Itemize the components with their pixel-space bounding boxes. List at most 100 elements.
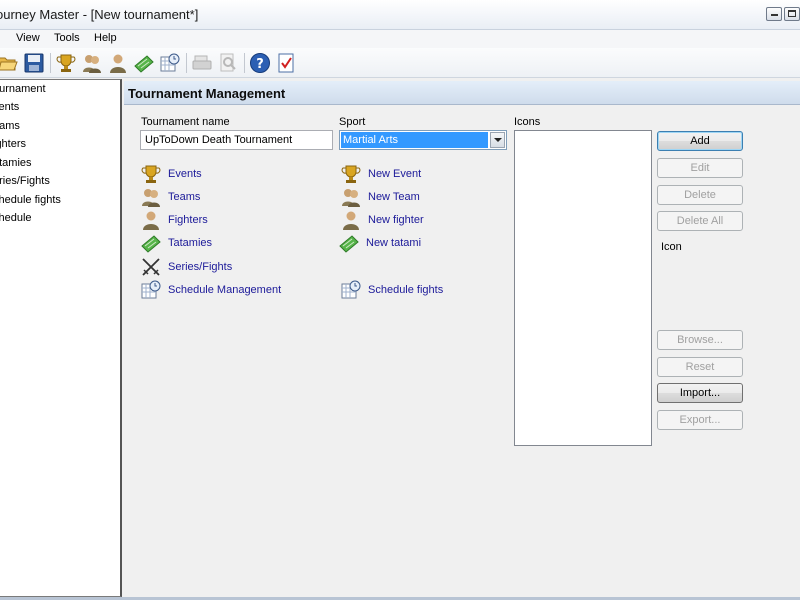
reset-button[interactable]: Reset [657, 357, 743, 377]
events-link-label: Events [168, 168, 202, 180]
tree-item-series-fights[interactable]: eries/Fights [0, 175, 50, 187]
maximize-icon [788, 10, 796, 17]
open-button[interactable] [0, 51, 20, 75]
new-fighter-link[interactable]: New fighter [340, 209, 424, 231]
menu-help[interactable]: Help [94, 32, 117, 44]
trophy-icon [141, 165, 161, 183]
schedule-icon [141, 280, 161, 299]
schedule-fights-link-label: Schedule fights [368, 284, 444, 296]
window-controls [766, 7, 800, 21]
import-button[interactable]: Import... [657, 383, 743, 403]
tatamies-toolbar-button[interactable] [132, 51, 156, 75]
icon-caption: Icon [661, 241, 682, 253]
print-icon [192, 55, 212, 70]
tree-item-schedule[interactable]: chedule [0, 212, 32, 224]
new-fighter-link-label: New fighter [368, 214, 424, 226]
print-preview-icon [220, 53, 236, 72]
toolbar-separator [186, 53, 187, 73]
export-button[interactable]: Export... [657, 410, 743, 430]
minimize-button[interactable] [766, 7, 782, 21]
fighter-icon [143, 211, 159, 230]
team-icon [142, 189, 160, 207]
title-bar: ourney Master - [New tournament*] [0, 0, 800, 30]
team-icon [83, 55, 101, 73]
schedule-icon [160, 53, 180, 72]
browse-button[interactable]: Browse... [657, 330, 743, 350]
save-icon [24, 53, 44, 73]
save-button[interactable] [22, 51, 46, 75]
page-title: Tournament Management [128, 86, 286, 101]
tatamies-link[interactable]: Tatamies [140, 232, 212, 254]
add-button[interactable]: Add [657, 131, 743, 151]
main-content: Tournament Management Tournament name Sp… [124, 79, 800, 597]
tatami-icon [339, 235, 359, 253]
tatami-icon [141, 235, 161, 253]
new-event-link-label: New Event [368, 168, 422, 180]
svg-text:?: ? [256, 57, 264, 72]
fighter-icon [343, 211, 359, 230]
teams-toolbar-button[interactable] [80, 51, 104, 75]
fighters-link[interactable]: Fighters [140, 209, 208, 231]
tree-item-schedule-fights[interactable]: chedule fights [0, 194, 61, 206]
new-team-link-label: New Team [368, 191, 420, 203]
open-icon [0, 57, 18, 71]
tournament-name-label: Tournament name [141, 116, 230, 128]
tournament-name-input[interactable] [140, 130, 333, 150]
trophy-icon [341, 165, 361, 183]
series-fights-link[interactable]: Series/Fights [140, 256, 232, 278]
checklist-button[interactable] [274, 51, 298, 75]
new-tatami-link-label: New tatami [366, 237, 422, 249]
help-icon: ? [250, 53, 270, 73]
delete-button[interactable]: Delete [657, 185, 743, 205]
tree-item-fighters[interactable]: ighters [0, 138, 26, 150]
tree-item-tournament[interactable]: ournament [0, 83, 46, 95]
fighters-link-label: Fighters [168, 214, 208, 226]
chevron-down-icon[interactable] [490, 132, 505, 148]
events-link[interactable]: Events [140, 163, 202, 185]
tree-item-events[interactable]: vents [0, 101, 19, 113]
window-title: ourney Master - [New tournament*] [0, 7, 199, 22]
icons-list[interactable] [514, 130, 652, 446]
menu-view[interactable]: View [16, 32, 40, 44]
teams-link[interactable]: Teams [140, 186, 200, 208]
print-preview-button[interactable] [216, 51, 240, 75]
schedule-management-link[interactable]: Schedule Management [140, 279, 281, 301]
tree-item-tatamies[interactable]: atamies [0, 157, 32, 169]
menu-bar: View Tools Help [0, 30, 800, 48]
series-fights-link-label: Series/Fights [168, 261, 233, 273]
navigation-tree: ournament vents eams ighters atamies eri… [0, 79, 122, 597]
schedule-fights-link[interactable]: Schedule fights [340, 279, 443, 301]
schedule-toolbar-button[interactable] [158, 51, 182, 75]
maximize-button[interactable] [784, 7, 800, 21]
schedule-management-link-label: Schedule Management [168, 284, 282, 296]
section-header: Tournament Management [124, 81, 800, 105]
trophy-icon [56, 54, 76, 72]
schedule-icon [341, 280, 361, 299]
sport-select-value: Martial Arts [341, 132, 488, 148]
events-toolbar-button[interactable] [54, 51, 78, 75]
teams-link-label: Teams [168, 191, 201, 203]
team-icon [342, 189, 360, 207]
fighter-icon [110, 54, 126, 73]
print-button[interactable] [190, 51, 214, 75]
menu-tools[interactable]: Tools [54, 32, 80, 44]
new-team-link[interactable]: New Team [340, 186, 420, 208]
checklist-icon [278, 53, 294, 73]
sport-select[interactable]: Martial Arts [339, 130, 507, 150]
edit-button[interactable]: Edit [657, 158, 743, 178]
delete-all-button[interactable]: Delete All [657, 211, 743, 231]
sport-label: Sport [339, 116, 366, 128]
toolbar: ? [0, 48, 800, 78]
tatamies-link-label: Tatamies [168, 237, 213, 249]
crossed-swords-icon [142, 258, 160, 276]
fighters-toolbar-button[interactable] [106, 51, 130, 75]
toolbar-separator [244, 53, 245, 73]
new-tatami-link[interactable]: New tatami [338, 232, 421, 254]
toolbar-separator [50, 53, 51, 73]
icons-label: Icons [514, 116, 541, 128]
help-button[interactable]: ? [248, 51, 272, 75]
new-event-link[interactable]: New Event [340, 163, 421, 185]
tree-item-teams[interactable]: eams [0, 120, 20, 132]
tatami-icon [134, 55, 154, 73]
minimize-icon [771, 14, 778, 16]
